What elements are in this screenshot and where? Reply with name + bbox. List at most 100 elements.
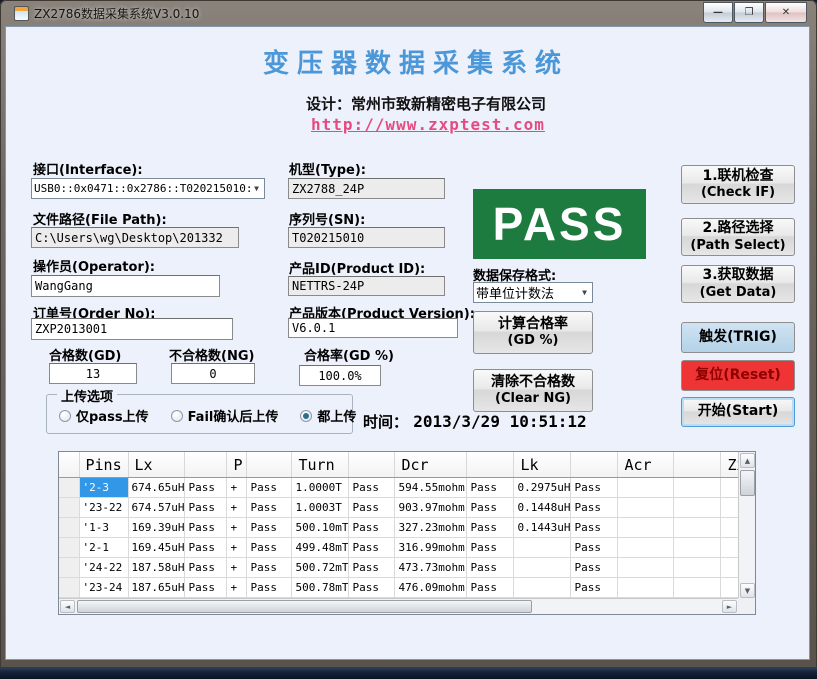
table-cell[interactable]: Pass xyxy=(247,518,292,538)
table-cell[interactable]: 499.48mT xyxy=(292,538,349,558)
check-if-button[interactable]: 1.联机检查 (Check IF) xyxy=(681,165,795,204)
table-cell[interactable]: Pass xyxy=(571,538,618,558)
start-button[interactable]: 开始(Start) xyxy=(681,397,795,427)
table-cell[interactable]: Pass xyxy=(467,538,514,558)
vertical-scrollbar[interactable]: ▲ ▼ xyxy=(738,452,755,599)
table-cell[interactable]: '2-1 xyxy=(79,538,128,558)
table-cell[interactable]: 500.78mT xyxy=(292,578,349,598)
table-cell[interactable]: Pass xyxy=(185,578,227,598)
table-cell[interactable]: Pass xyxy=(467,478,514,498)
type-field[interactable]: ZX2788_24P xyxy=(288,178,445,199)
path-select-button[interactable]: 2.路径选择 (Path Select) xyxy=(681,218,795,256)
close-button[interactable]: ✕ xyxy=(765,2,807,23)
gd-rate-field[interactable]: 100.0% xyxy=(299,365,381,386)
table-cell[interactable]: 0.1443uH xyxy=(514,518,571,538)
table-cell[interactable]: 674.65uH xyxy=(128,478,185,498)
table-cell[interactable]: Pass xyxy=(185,558,227,578)
table-cell[interactable] xyxy=(618,518,674,538)
table-cell[interactable] xyxy=(674,518,721,538)
column-header[interactable]: Acr xyxy=(618,452,674,478)
maximize-button[interactable]: ❐ xyxy=(734,2,764,23)
get-data-button[interactable]: 3.获取数据 (Get Data) xyxy=(681,265,795,303)
file-path-field[interactable]: C:\Users\wg\Desktop\201332 xyxy=(31,227,239,248)
table-cell[interactable]: 500.72mT xyxy=(292,558,349,578)
table-cell[interactable]: 169.39uH xyxy=(128,518,185,538)
table-cell[interactable]: Pass xyxy=(349,558,395,578)
column-header[interactable]: Pins xyxy=(79,452,128,478)
table-cell[interactable]: Pass xyxy=(349,478,395,498)
table-cell[interactable]: 0.1448uH xyxy=(514,498,571,518)
table-cell[interactable]: 187.65uH xyxy=(128,578,185,598)
table-cell[interactable] xyxy=(514,558,571,578)
table-cell[interactable] xyxy=(618,498,674,518)
column-header[interactable] xyxy=(247,452,292,478)
table-cell[interactable]: Pass xyxy=(571,558,618,578)
column-header[interactable]: Dcr xyxy=(395,452,467,478)
row-selector[interactable] xyxy=(59,498,79,518)
table-cell[interactable]: Pass xyxy=(571,518,618,538)
table-cell[interactable]: 500.10mT xyxy=(292,518,349,538)
horizontal-scroll-thumb[interactable] xyxy=(77,600,532,613)
table-cell[interactable]: Pass xyxy=(467,518,514,538)
table-cell[interactable]: Pass xyxy=(247,478,292,498)
table-cell[interactable] xyxy=(618,538,674,558)
table-cell[interactable]: Pass xyxy=(349,498,395,518)
column-header[interactable]: Turn xyxy=(292,452,349,478)
table-cell[interactable]: 1.0003T xyxy=(292,498,349,518)
table-cell[interactable]: Pass xyxy=(349,518,395,538)
operator-field[interactable]: WangGang xyxy=(31,275,220,297)
table-cell[interactable]: 327.23mohm xyxy=(395,518,467,538)
table-cell[interactable] xyxy=(674,478,721,498)
table-cell[interactable]: Pass xyxy=(349,538,395,558)
taskbar[interactable] xyxy=(0,667,817,679)
table-cell[interactable]: + xyxy=(227,498,247,518)
table-cell[interactable]: 169.45uH xyxy=(128,538,185,558)
table-cell[interactable]: + xyxy=(227,578,247,598)
column-header[interactable]: Lx xyxy=(128,452,185,478)
table-cell[interactable] xyxy=(618,578,674,598)
table-cell[interactable]: '1-3 xyxy=(79,518,128,538)
row-header-column[interactable] xyxy=(59,452,79,478)
scroll-down-button[interactable]: ▼ xyxy=(740,583,755,598)
table-cell[interactable]: 476.09mohm xyxy=(395,578,467,598)
table-cell[interactable]: Pass xyxy=(247,538,292,558)
table-cell[interactable]: 316.99mohm xyxy=(395,538,467,558)
ng-count-field[interactable]: 0 xyxy=(171,363,255,384)
row-selector[interactable] xyxy=(59,518,79,538)
radio-option[interactable]: Fail确认后上传 xyxy=(171,406,279,425)
order-no-field[interactable]: ZXP2013001 xyxy=(31,318,233,340)
table-cell[interactable]: Pass xyxy=(185,478,227,498)
product-version-field[interactable]: V6.0.1 xyxy=(288,318,458,338)
table-cell[interactable]: Pass xyxy=(247,578,292,598)
table-cell[interactable]: + xyxy=(227,518,247,538)
horizontal-scrollbar[interactable]: ◄ ► xyxy=(59,598,738,614)
title-bar[interactable]: ZX2786数据采集系统V3.0.10 — ❐ ✕ xyxy=(0,0,817,26)
table-cell[interactable]: 187.58uH xyxy=(128,558,185,578)
row-selector[interactable] xyxy=(59,478,79,498)
table-cell[interactable]: Pass xyxy=(185,538,227,558)
table-cell[interactable]: Pass xyxy=(571,478,618,498)
table-cell[interactable]: '23-22 xyxy=(79,498,128,518)
table-cell[interactable]: 903.97mohm xyxy=(395,498,467,518)
row-selector[interactable] xyxy=(59,578,79,598)
table-cell[interactable] xyxy=(674,558,721,578)
table-cell[interactable] xyxy=(674,498,721,518)
radio-option[interactable]: 仅pass上传 xyxy=(59,406,149,425)
column-header[interactable] xyxy=(467,452,514,478)
table-cell[interactable]: Pass xyxy=(467,578,514,598)
table-cell[interactable] xyxy=(618,558,674,578)
table-cell[interactable]: + xyxy=(227,538,247,558)
column-header[interactable] xyxy=(571,452,618,478)
interface-select[interactable]: USB0::0x0471::0x2786::T020215010:: ▼ xyxy=(31,178,265,199)
table-cell[interactable]: Pass xyxy=(185,498,227,518)
reset-button[interactable]: 复位(Reset) xyxy=(681,360,795,391)
table-cell[interactable] xyxy=(674,538,721,558)
save-format-select[interactable]: 带单位计数法 ▼ xyxy=(473,282,593,303)
clear-ng-button[interactable]: 清除不合格数 (Clear NG) xyxy=(473,369,593,412)
product-id-field[interactable]: NETTRS-24P xyxy=(288,276,445,296)
table-cell[interactable]: Pass xyxy=(185,518,227,538)
table-cell[interactable]: Pass xyxy=(247,498,292,518)
table-cell[interactable]: Pass xyxy=(467,558,514,578)
scroll-right-button[interactable]: ► xyxy=(722,600,737,613)
row-selector[interactable] xyxy=(59,538,79,558)
